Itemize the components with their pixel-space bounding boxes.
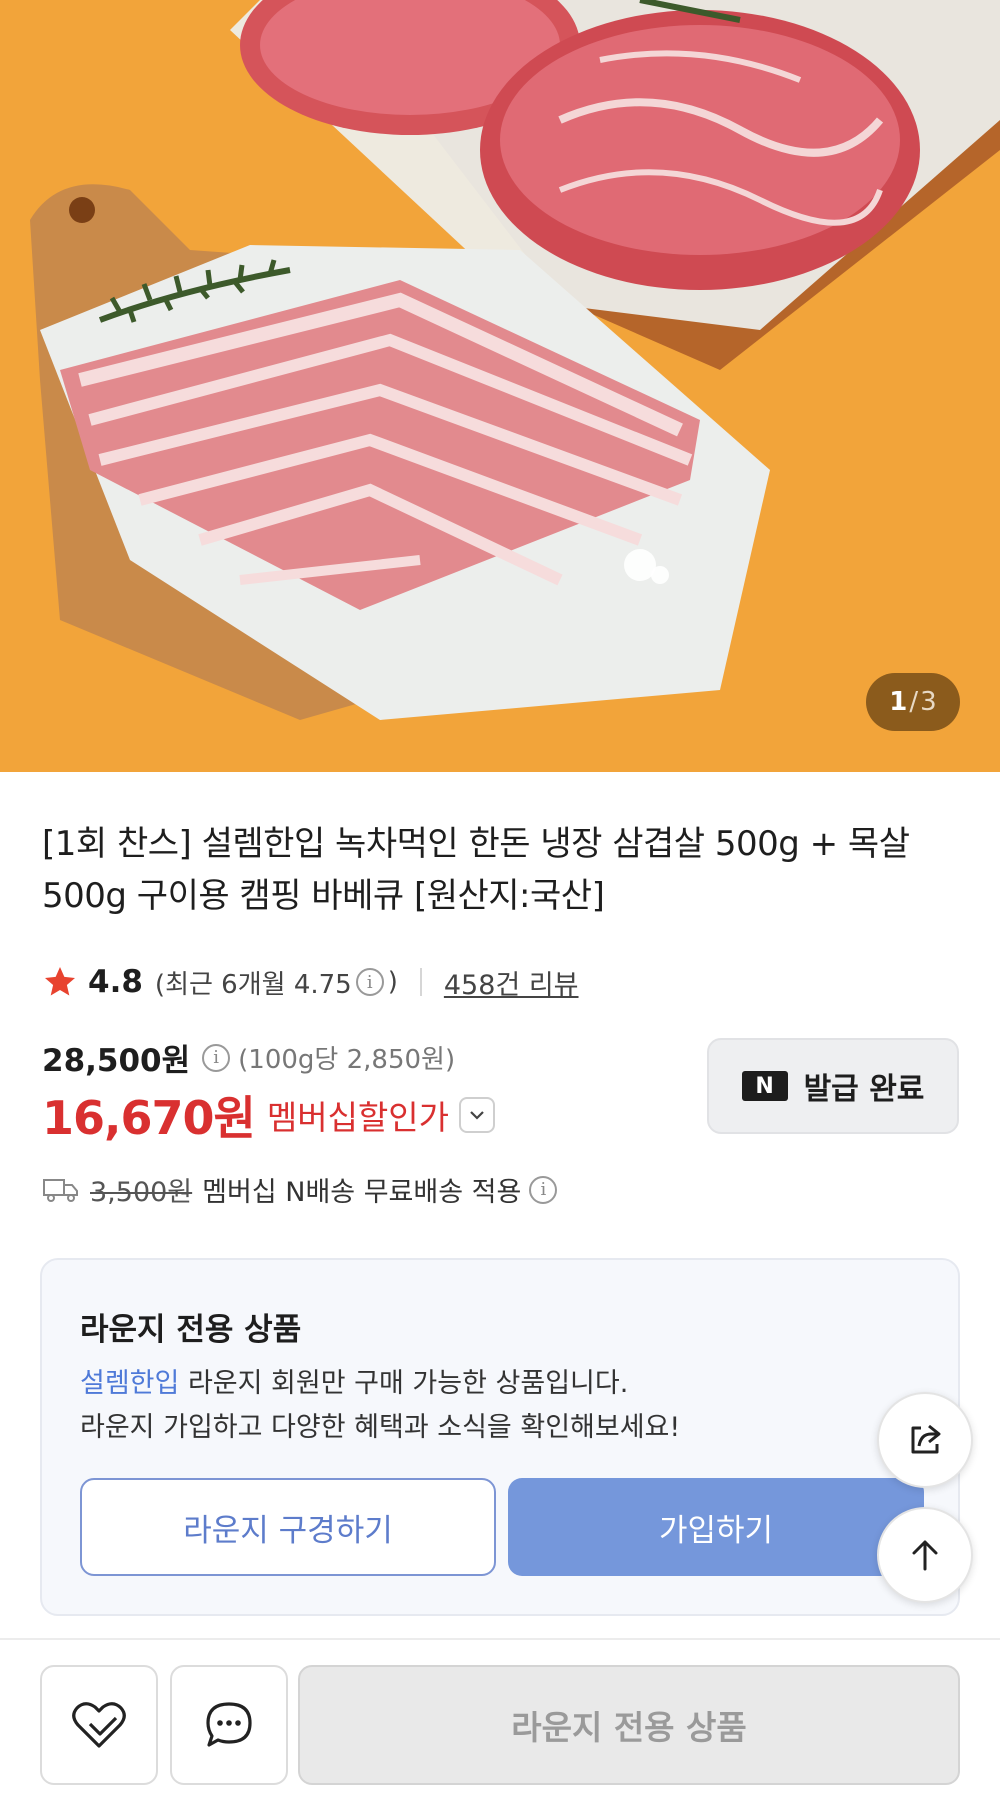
info-icon[interactable]: i <box>355 968 384 996</box>
rating-score: 4.8 <box>88 964 143 1000</box>
product-title: [1회 찬스] 설렘한입 녹차먹인 한돈 냉장 삼겹살 500g + 목살 50… <box>42 824 910 916</box>
lounge-description: 설렘한입 라운지 회원만 구매 가능한 상품입니다. 라운지 가입하고 다양한 … <box>80 1362 680 1450</box>
scroll-top-button[interactable] <box>877 1507 973 1603</box>
heart-icon <box>72 1702 126 1748</box>
rating-row: 4.8 (최근 6개월 4.75 i ) 458건 리뷰 <box>42 960 579 1004</box>
chat-button[interactable] <box>170 1665 288 1785</box>
truck-icon <box>43 1178 78 1202</box>
rating-recent: (최근 6개월 4.75 i ) <box>155 964 398 1001</box>
shipping-fee: 3,500원 <box>90 1177 193 1208</box>
lounge-store-name[interactable]: 설렘한입 <box>80 1368 179 1399</box>
lounge-exclusive-card: 라운지 전용 상품 설렘한입 라운지 회원만 구매 가능한 상품입니다. 라운지… <box>40 1258 960 1616</box>
page-current: 1 <box>889 687 908 717</box>
chevron-down-icon <box>470 1111 484 1120</box>
divider <box>419 968 422 996</box>
price-detail-toggle[interactable] <box>459 1097 496 1133</box>
info-icon[interactable]: i <box>529 1175 558 1204</box>
membership-discount-label: 멤버십할인가 <box>266 1098 450 1137</box>
sale-price-row: 16,670원 멤버십할인가 <box>42 1082 496 1148</box>
purchase-button-disabled[interactable]: 라운지 전용 상품 <box>298 1665 960 1785</box>
browse-lounge-button[interactable]: 라운지 구경하기 <box>80 1478 496 1576</box>
original-price-row: 28,500원 i (100g당 2,850원) <box>42 1035 455 1080</box>
share-icon <box>911 1424 941 1454</box>
bottom-bar-divider <box>0 1638 1000 1640</box>
unit-price: (100g당 2,850원) <box>238 1045 456 1075</box>
chat-icon <box>206 1702 252 1747</box>
arrow-up-icon <box>912 1540 938 1571</box>
coupon-button[interactable]: N 발급 완료 <box>707 1038 959 1134</box>
page-total: 3 <box>920 687 937 717</box>
product-photo <box>30 0 1000 720</box>
sale-price: 16,670원 <box>42 1091 256 1145</box>
rating-recent-text: (최근 6개월 4.75 <box>154 969 352 1000</box>
shipping-row: 3,500원 멤버십 N배송 무료배송 적용 i <box>42 1170 561 1209</box>
rating-recent-close: ) <box>387 967 398 997</box>
lounge-desc-line1: 라운지 회원만 구매 가능한 상품입니다. <box>179 1368 629 1399</box>
page-separator: / <box>909 687 919 717</box>
info-icon[interactable]: i <box>202 1043 231 1072</box>
share-button[interactable] <box>877 1392 973 1488</box>
lounge-title: 라운지 전용 상품 <box>80 1312 302 1348</box>
star-icon <box>45 967 75 996</box>
join-lounge-button[interactable]: 가입하기 <box>508 1478 924 1576</box>
lounge-desc-line2: 라운지 가입하고 다양한 혜택과 소식을 확인해보세요! <box>80 1412 681 1443</box>
original-price: 28,500원 <box>42 1043 191 1079</box>
product-image-carousel[interactable]: 1 / 3 <box>0 0 1000 772</box>
review-count-link[interactable]: 458건 리뷰 <box>444 963 579 1002</box>
shipping-text: 멤버십 N배송 무료배송 적용 <box>202 1177 522 1208</box>
like-button[interactable] <box>40 1665 158 1785</box>
image-page-indicator: 1 / 3 <box>866 673 960 731</box>
naver-n-icon: N <box>741 1071 788 1101</box>
coupon-status-label: 발급 완료 <box>803 1072 925 1107</box>
